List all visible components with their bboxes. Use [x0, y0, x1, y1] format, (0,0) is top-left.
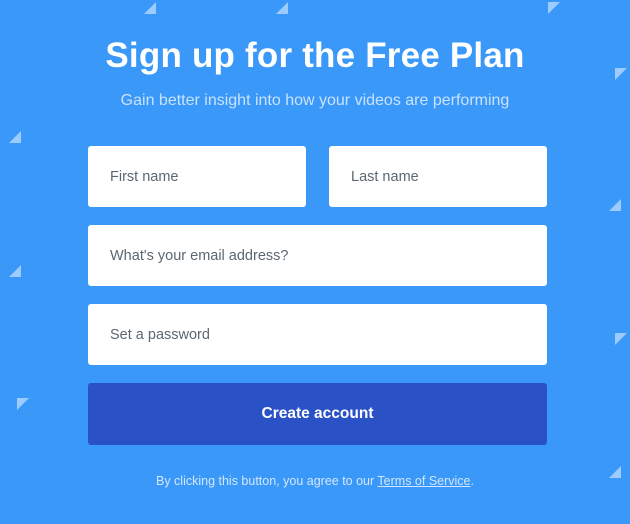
- password-input[interactable]: [88, 304, 547, 365]
- decorative-triangle: [9, 131, 21, 143]
- decorative-triangle: [144, 2, 156, 14]
- signup-page: Sign up for the Free Plan Gain better in…: [0, 0, 630, 524]
- create-account-button[interactable]: Create account: [88, 383, 547, 445]
- page-title: Sign up for the Free Plan: [105, 36, 525, 75]
- page-subtitle: Gain better insight into how your videos…: [120, 92, 510, 109]
- decorative-triangle: [17, 398, 29, 410]
- last-name-input[interactable]: [329, 146, 547, 207]
- terms-of-service-link[interactable]: Terms of Service: [377, 474, 470, 488]
- decorative-triangle: [615, 333, 627, 345]
- terms-notice: By clicking this button, you agree to ou…: [0, 474, 630, 488]
- email-input[interactable]: [88, 225, 547, 286]
- first-name-input[interactable]: [88, 146, 306, 207]
- terms-suffix: .: [470, 474, 474, 488]
- terms-prefix: By clicking this button, you agree to ou…: [155, 474, 378, 488]
- decorative-triangle: [548, 2, 560, 14]
- decorative-triangle: [276, 2, 288, 14]
- decorative-triangle: [9, 265, 21, 277]
- decorative-triangle: [609, 199, 621, 211]
